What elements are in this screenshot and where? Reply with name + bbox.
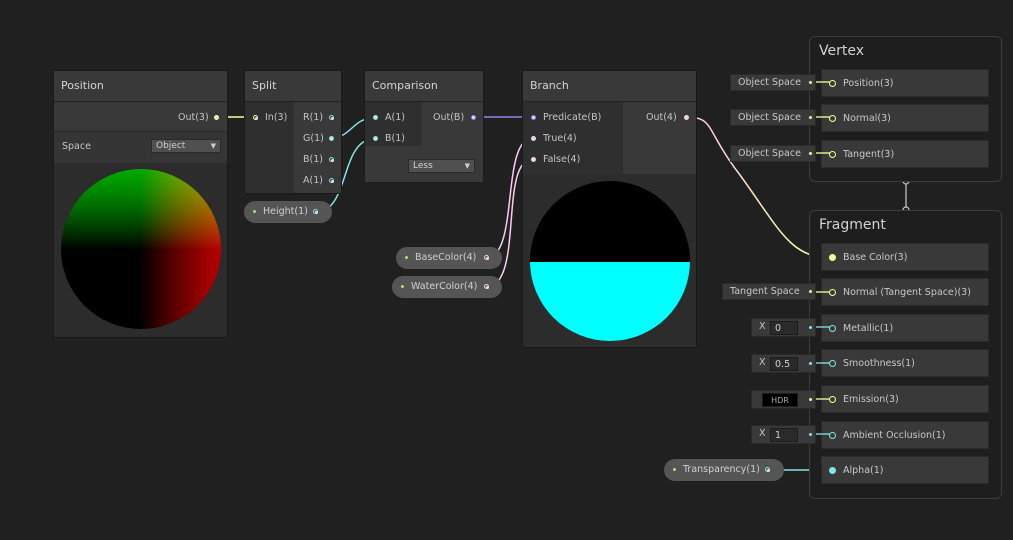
chip-connector-stubs	[816, 81, 830, 435]
